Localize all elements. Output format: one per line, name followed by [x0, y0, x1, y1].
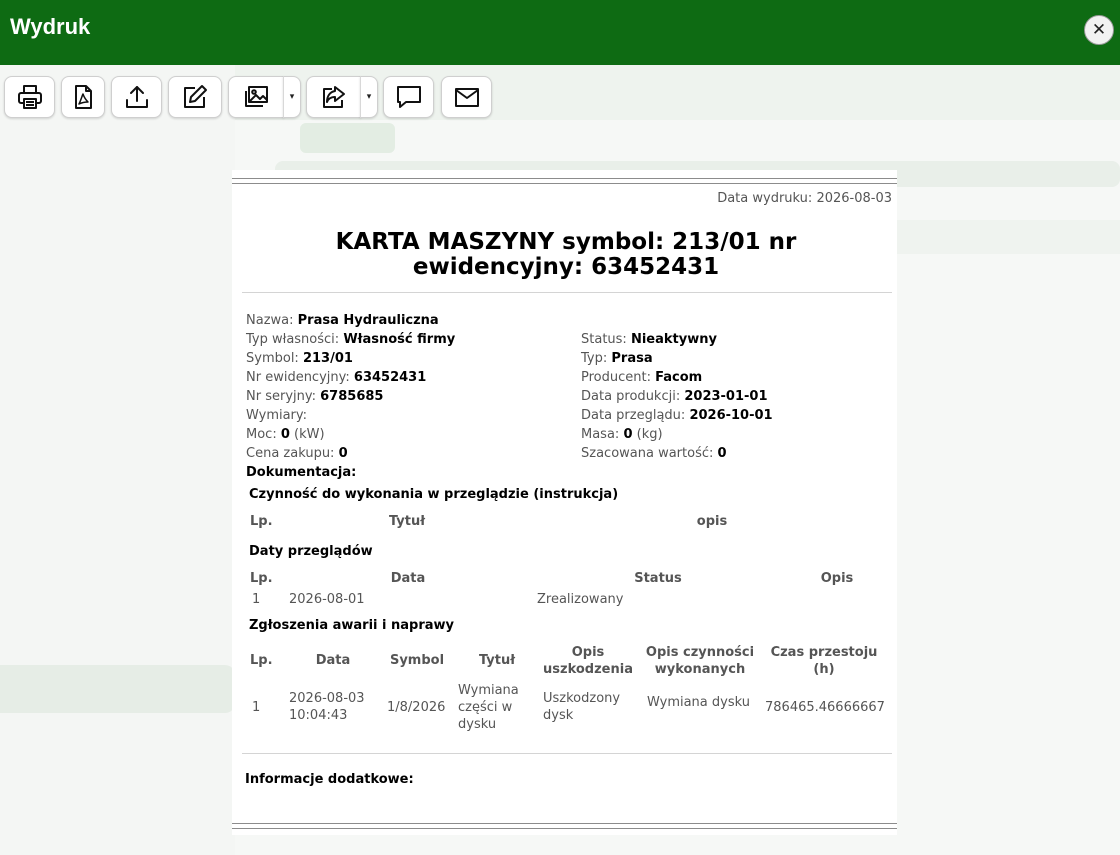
failure-row-data: 2026-08-03 10:04:43 — [289, 691, 365, 723]
instructions-header-opis: opis — [696, 514, 728, 529]
comment-icon — [396, 86, 421, 108]
pdf-file-icon — [75, 85, 92, 109]
chevron-down-icon: ▾ — [289, 92, 295, 102]
inspection-row-status: Zrealizowany — [537, 592, 624, 607]
failure-row-symbol: 1/8/2026 — [387, 700, 446, 715]
comment-button[interactable] — [383, 76, 434, 118]
print-document: Data wydruku: 2026-08-03 KARTA MASZYNY s… — [232, 170, 897, 835]
inspection-row-data: 2026-08-01 — [289, 592, 365, 607]
export-button[interactable] — [111, 76, 162, 118]
failures-header-lp: Lp. — [250, 653, 273, 668]
close-icon: ✕ — [1091, 20, 1107, 40]
failures-header-opis-czynnosci: Opis czynności wykonanych — [645, 645, 755, 677]
failures-header-tytul: Tytuł — [478, 653, 516, 668]
failures-header-czas-przestoju: Czas przestoju (h) — [770, 645, 878, 677]
close-button[interactable]: ✕ — [1084, 15, 1114, 45]
print-date: Data wydruku: 2026-08-03 — [717, 191, 892, 206]
inspections-header-status: Status — [634, 571, 682, 586]
failure-row-opis-czynnosci: Wymiana dysku — [647, 695, 750, 710]
edit-button[interactable] — [168, 76, 222, 118]
field-typ: Typ: Prasa — [581, 351, 653, 366]
failure-row-tytul: Wymiana części w dysku — [458, 683, 519, 732]
share-icon — [322, 86, 345, 108]
failure-row-opis-uszkodzenia: Uszkodzony dysk — [543, 691, 621, 723]
inspections-header-lp: Lp. — [250, 571, 273, 586]
failures-title: Zgłoszenia awarii i naprawy — [249, 618, 455, 633]
dialog-title: Wydruk — [10, 14, 91, 39]
pdf-button[interactable] — [61, 76, 105, 118]
images-button[interactable] — [228, 76, 284, 118]
field-szacowana-wartosc: Szacowana wartość: 0 — [581, 446, 727, 461]
inspections-title: Daty przeglądów — [249, 544, 373, 559]
instructions-header-lp: Lp. — [250, 514, 273, 529]
field-producent: Producent: Facom — [581, 370, 703, 385]
inspection-row-lp: 1 — [252, 592, 261, 607]
documentation-label: Dokumentacja: — [246, 465, 357, 480]
field-data-przegladu: Data przeglądu: 2026-10-01 — [581, 408, 773, 423]
field-moc: Moc: 0 (kW) — [246, 427, 325, 442]
inspections-header-data: Data — [390, 571, 426, 586]
failures-header-symbol: Symbol — [389, 653, 445, 668]
field-nazwa: Nazwa: Prasa Hydrauliczna — [246, 313, 439, 328]
field-masa: Masa: 0 (kg) — [581, 427, 663, 442]
field-typ-wlasnosci: Typ własności: Własność firmy — [246, 332, 456, 347]
additional-info-label: Informacje dodatkowe: — [245, 772, 414, 787]
envelope-icon — [454, 88, 479, 107]
field-cena-zakupu: Cena zakupu: 0 — [246, 446, 348, 461]
field-wymiary: Wymiary: — [246, 408, 308, 423]
chevron-down-icon: ▾ — [366, 92, 372, 102]
images-icon — [245, 86, 268, 107]
document-title: KARTA MASZYNY symbol: 213/01 nr ewidency… — [335, 229, 797, 280]
images-dropdown-toggle[interactable]: ▾ — [283, 76, 301, 118]
instructions-header-tytul: Tytuł — [388, 514, 426, 529]
field-nr-ewidencyjny: Nr ewidencyjny: 63452431 — [246, 370, 427, 385]
print-button[interactable] — [4, 76, 55, 118]
field-nr-seryjny: Nr seryjny: 6785685 — [246, 389, 384, 404]
field-status: Status: Nieaktywny — [581, 332, 717, 347]
inspections-header-opis: Opis — [820, 571, 854, 586]
upload-icon — [125, 86, 148, 108]
field-symbol: Symbol: 213/01 — [246, 351, 353, 366]
email-button[interactable] — [441, 76, 492, 118]
failures-header-data: Data — [315, 653, 351, 668]
share-dropdown-toggle[interactable]: ▾ — [360, 76, 378, 118]
edit-icon — [184, 85, 207, 108]
field-data-produkcji: Data produkcji: 2023-01-01 — [581, 389, 768, 404]
failure-row-czas: 786465.46666667 — [765, 700, 885, 715]
dialog-header: Wydruk ✕ — [0, 0, 1120, 65]
instructions-title: Czynność do wykonania w przeglądzie (ins… — [249, 487, 619, 502]
failures-header-opis-uszkodzenia: Opis uszkodzenia — [543, 645, 633, 677]
printer-icon — [17, 85, 42, 109]
failure-row-lp: 1 — [252, 700, 261, 715]
share-button[interactable] — [306, 76, 361, 118]
